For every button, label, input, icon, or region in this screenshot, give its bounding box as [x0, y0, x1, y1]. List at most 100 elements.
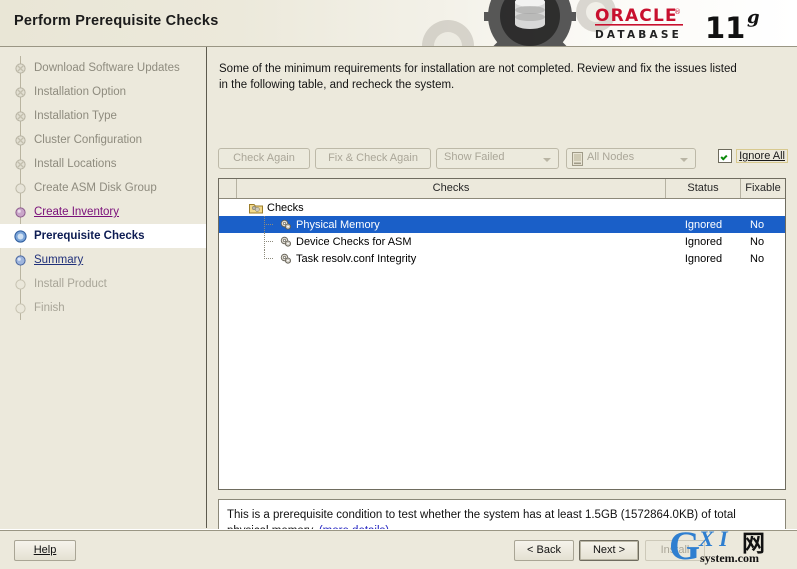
- sidebar-item-prerequisite-checks[interactable]: Prerequisite Checks: [0, 224, 206, 248]
- step-node-icon: [15, 255, 26, 266]
- fix-and-check-again-label: Fix & Check Again: [328, 152, 418, 164]
- check-again-button[interactable]: Check Again: [218, 148, 310, 169]
- gear-icon: [280, 236, 291, 247]
- table-row[interactable]: Device Checks for ASM Ignored No: [219, 233, 785, 250]
- node-server-icon: [572, 152, 583, 166]
- checks-table[interactable]: Checks Status Fixable Checks Physical Me…: [218, 178, 786, 490]
- check-status: Ignored: [684, 218, 723, 231]
- show-filter-value: Show Failed: [444, 151, 505, 163]
- sidebar-item-label: Install Locations: [34, 158, 117, 170]
- ignore-all-checkbox-group[interactable]: Ignore All: [718, 149, 788, 163]
- table-body: Checks Physical Memory Ignored No Device…: [219, 199, 785, 267]
- chevron-down-icon: [680, 158, 688, 162]
- sidebar-item-label: Prerequisite Checks: [34, 230, 145, 242]
- ignore-all-text: Ignore All: [739, 150, 785, 162]
- sidebar-item-label: Finish: [34, 302, 65, 314]
- sidebar-item-installation-option[interactable]: Installation Option: [0, 80, 206, 104]
- tree-connector: [259, 250, 279, 267]
- sidebar-item-cluster-configuration[interactable]: Cluster Configuration: [0, 128, 206, 152]
- footer-divider: [0, 530, 797, 531]
- check-name: Task resolv.conf Integrity: [296, 252, 417, 265]
- check-status: Ignored: [684, 235, 723, 248]
- sidebar-steps: Download Software Updates Installation O…: [0, 56, 206, 320]
- gear-icon: [280, 253, 291, 264]
- step-node-icon: [15, 303, 26, 314]
- sidebar-item-install-locations[interactable]: Install Locations: [0, 152, 206, 176]
- table-root-label: Checks: [267, 201, 304, 214]
- svg-text:11: 11: [705, 11, 745, 44]
- table-header-row: Checks Status Fixable: [219, 179, 785, 199]
- sidebar-item-finish[interactable]: Finish: [0, 296, 206, 320]
- table-header-fixable[interactable]: Fixable: [741, 179, 785, 198]
- step-node-icon: [15, 207, 26, 218]
- next-button[interactable]: Next >: [579, 540, 639, 561]
- sidebar-item-label: Installation Option: [34, 86, 127, 98]
- check-fixable: No: [750, 218, 765, 231]
- intro-line-1: Some of the minimum requirements for ins…: [219, 63, 737, 75]
- check-fixable: No: [750, 235, 765, 248]
- footer-bar: Help < Back Next > Install: [0, 529, 797, 569]
- sidebar-item-label: Installation Type: [34, 110, 117, 122]
- step-node-icon: [15, 183, 26, 194]
- svg-text:ORACLE: ORACLE: [595, 6, 678, 26]
- step-node-icon: [15, 111, 26, 122]
- ignore-all-label[interactable]: Ignore All: [736, 149, 788, 163]
- check-name: Device Checks for ASM: [296, 235, 412, 248]
- sidebar-item-create-asm-disk-group[interactable]: Create ASM Disk Group: [0, 176, 206, 200]
- sidebar-item-summary[interactable]: Summary: [0, 248, 206, 272]
- install-button[interactable]: Install: [645, 540, 705, 561]
- nodes-filter-dropdown[interactable]: All Nodes: [566, 148, 696, 169]
- fix-and-check-again-button[interactable]: Fix & Check Again: [315, 148, 431, 169]
- page-title: Perform Prerequisite Checks: [14, 13, 219, 29]
- svg-text:DATABASE: DATABASE: [595, 29, 682, 41]
- chevron-down-icon: [543, 158, 551, 162]
- show-filter-dropdown[interactable]: Show Failed: [436, 148, 559, 169]
- check-status: Ignored: [684, 252, 723, 265]
- help-button[interactable]: Help: [14, 540, 76, 561]
- help-label: Help: [33, 544, 57, 556]
- svg-text:®: ®: [674, 8, 681, 16]
- next-label: Next >: [592, 544, 626, 556]
- ignore-all-checkbox[interactable]: [718, 149, 733, 163]
- step-node-icon: [15, 279, 26, 290]
- sidebar-item-label: Create ASM Disk Group: [34, 182, 157, 194]
- tree-connector: [259, 233, 279, 250]
- folder-icon: [249, 203, 263, 213]
- sidebar-item-label: Cluster Configuration: [34, 134, 143, 146]
- sidebar-item-label: Install Product: [34, 278, 107, 290]
- main-content: Some of the minimum requirements for ins…: [207, 47, 797, 567]
- intro-line-2: in the following table, and recheck the …: [219, 79, 455, 91]
- check-name: Physical Memory: [296, 218, 380, 231]
- header-banner: Perform Prerequisite Checks ORACLE ® DAT…: [0, 0, 797, 47]
- check-fixable: No: [750, 252, 765, 265]
- step-node-icon: [15, 63, 26, 74]
- check-again-label: Check Again: [233, 152, 295, 164]
- table-row-root[interactable]: Checks: [219, 199, 785, 216]
- checks-toolbar: Check Again Fix & Check Again Show Faile…: [218, 148, 788, 170]
- svg-text:g: g: [747, 7, 760, 28]
- back-label: < Back: [527, 544, 561, 556]
- details-line-1: This is a prerequisite condition to test…: [227, 509, 736, 521]
- back-button[interactable]: < Back: [514, 540, 574, 561]
- install-label: Install: [660, 544, 690, 556]
- table-row[interactable]: Physical Memory Ignored No: [219, 216, 785, 233]
- step-node-icon-current: [14, 230, 27, 243]
- table-header-status[interactable]: Status: [666, 179, 741, 198]
- table-header-blank[interactable]: [219, 179, 237, 198]
- table-row[interactable]: Task resolv.conf Integrity Ignored No: [219, 250, 785, 267]
- sidebar-item-download-software-updates[interactable]: Download Software Updates: [0, 56, 206, 80]
- step-node-icon: [15, 87, 26, 98]
- installer-window: Perform Prerequisite Checks ORACLE ® DAT…: [0, 0, 797, 569]
- nodes-filter-value: All Nodes: [587, 151, 635, 163]
- gear-icon: [280, 219, 291, 230]
- oracle-logo: ORACLE ® DATABASE 11 g: [595, 6, 760, 44]
- table-header-checks[interactable]: Checks: [237, 179, 666, 198]
- sidebar-item-label: Summary: [34, 254, 84, 266]
- sidebar: Download Software Updates Installation O…: [0, 47, 207, 528]
- sidebar-item-installation-type[interactable]: Installation Type: [0, 104, 206, 128]
- sidebar-item-label: Download Software Updates: [34, 62, 180, 74]
- sidebar-item-create-inventory[interactable]: Create Inventory: [0, 200, 206, 224]
- sidebar-item-install-product[interactable]: Install Product: [0, 272, 206, 296]
- intro-text: Some of the minimum requirements for ins…: [219, 61, 785, 93]
- step-node-icon: [15, 135, 26, 146]
